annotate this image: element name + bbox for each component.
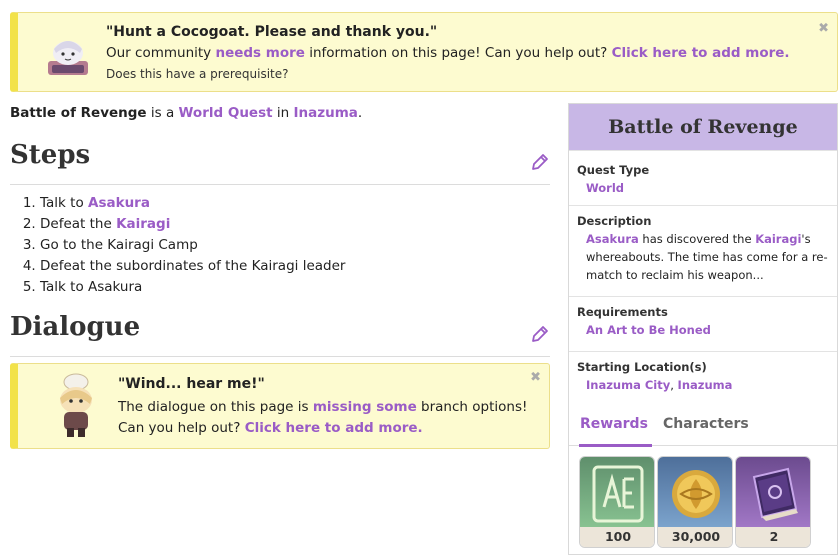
reward-item[interactable]: 2 <box>735 456 811 548</box>
notice-body: Our community needs more information on … <box>106 45 790 61</box>
add-more-link[interactable]: Click here to add more. <box>612 45 790 61</box>
list-item: Talk to Asakura <box>40 193 345 214</box>
dialogue-notice-body: The dialogue on this page is missing som… <box>118 399 528 436</box>
description-row: Description Asakura has discovered the K… <box>569 205 837 296</box>
reward-count: 2 <box>736 527 810 547</box>
add-more-link[interactable]: Click here to add more. <box>245 420 423 436</box>
steps-title: Steps <box>10 140 91 170</box>
requirements-row: Requirements An Art to Be Honed <box>569 296 837 351</box>
dialogue-title: Dialogue <box>10 312 141 342</box>
infobox-tabs: Rewards Characters <box>569 406 837 447</box>
requirement-link[interactable]: An Art to Be Honed <box>586 323 711 337</box>
description-label: Description <box>577 214 652 228</box>
list-item: Defeat the subordinates of the Kairagi l… <box>40 256 345 277</box>
close-icon[interactable]: ✖ <box>530 370 541 385</box>
infobox-title: Battle of Revenge <box>569 104 837 150</box>
list-item: Defeat the Kairagi <box>40 214 345 235</box>
requirements-label: Requirements <box>577 305 668 319</box>
chibi-mascot-icon <box>48 41 88 75</box>
kairagi-link[interactable]: Kairagi <box>116 216 170 232</box>
dialogue-notice: "Wind... hear me!" The dialogue on this … <box>10 363 550 449</box>
quest-name: Battle of Revenge <box>10 105 147 121</box>
kairagi-link[interactable]: Kairagi <box>755 232 801 246</box>
reward-count: 30,000 <box>658 527 732 547</box>
mora-icon <box>658 457 732 531</box>
heros-wit-book-icon <box>736 457 810 531</box>
asakura-link[interactable]: Asakura <box>88 195 150 211</box>
world-quest-link[interactable]: World Quest <box>179 105 273 121</box>
inazuma-link[interactable]: Inazuma <box>293 105 357 121</box>
inazuma-link[interactable]: Inazuma <box>678 378 733 392</box>
reward-item[interactable]: 100 <box>579 456 655 548</box>
steps-heading: Steps <box>10 140 550 185</box>
tab-characters[interactable]: Characters <box>663 416 749 432</box>
tab-rewards[interactable]: Rewards <box>580 416 648 432</box>
quest-type-label: Quest Type <box>577 163 650 177</box>
starting-location-label: Starting Location(s) <box>577 360 707 374</box>
inazuma-city-link[interactable]: Inazuma City <box>586 378 670 392</box>
quest-type-link[interactable]: World <box>586 181 624 195</box>
chibi-mascot-icon <box>60 373 92 437</box>
steps-list: Talk to Asakura Defeat the Kairagi Go to… <box>40 193 345 298</box>
notice-title: "Hunt a Cocogoat. Please and thank you." <box>106 24 438 40</box>
close-icon[interactable]: ✖ <box>818 21 829 36</box>
list-item: Talk to Asakura <box>40 277 345 298</box>
quest-type-row: Quest Type World <box>569 150 837 205</box>
dialogue-heading: Dialogue <box>10 312 550 357</box>
edit-pencil-icon[interactable] <box>530 324 550 344</box>
active-tab-indicator <box>579 444 652 447</box>
quest-infobox: Battle of Revenge Quest Type World Descr… <box>568 103 838 555</box>
needs-more-link[interactable]: needs more <box>215 45 304 61</box>
intro-sentence: Battle of Revenge is a World Quest in In… <box>10 105 363 121</box>
list-item: Go to the Kairagi Camp <box>40 235 345 256</box>
reward-item[interactable]: 30,000 <box>657 456 733 548</box>
adventure-exp-icon <box>580 457 654 531</box>
edit-pencil-icon[interactable] <box>530 152 550 172</box>
reward-count: 100 <box>580 527 654 547</box>
missing-some-link[interactable]: missing some <box>313 399 417 415</box>
starting-location-row: Starting Location(s) Inazuma City, Inazu… <box>569 351 837 405</box>
community-notice: "Hunt a Cocogoat. Please and thank you."… <box>10 12 838 92</box>
notice-subtext: Does this have a prerequisite? <box>106 67 289 81</box>
dialogue-notice-title: "Wind... hear me!" <box>118 376 265 392</box>
asakura-link[interactable]: Asakura <box>586 232 639 246</box>
description-text: Asakura has discovered the Kairagi's whe… <box>586 232 828 282</box>
